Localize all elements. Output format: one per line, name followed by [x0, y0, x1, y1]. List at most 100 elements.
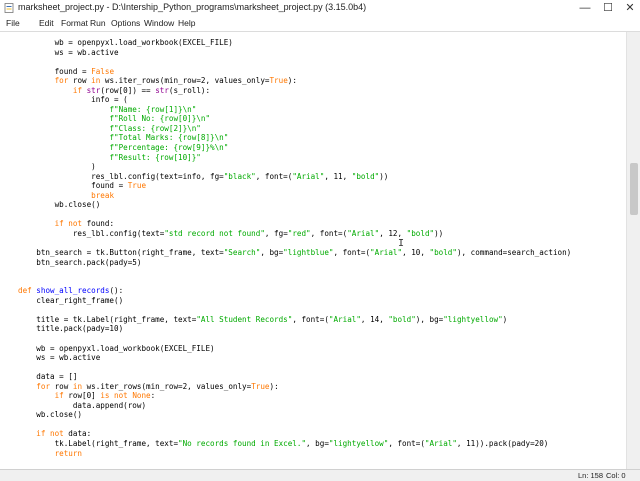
code-line[interactable]: f"Result: {row[10]}" [18, 153, 571, 163]
code-line[interactable]: ws = wb.active [18, 353, 571, 363]
code-token: row [68, 76, 92, 86]
code-line[interactable]: clear_right_frame() [18, 296, 571, 306]
code-token: ws = wb.active [18, 353, 101, 363]
code-token: wb = openpyxl.load_workbook(EXCEL_FILE) [18, 38, 233, 47]
code-token: str [86, 85, 101, 95]
code-line[interactable]: wb = openpyxl.load_workbook(EXCEL_FILE) [18, 38, 571, 48]
vertical-scrollbar[interactable] [626, 32, 640, 469]
code-line[interactable]: data = [] [18, 372, 571, 382]
code-token: , 10, [402, 248, 430, 258]
code-token: , 12, [379, 228, 407, 238]
code-token: (s_roll): [168, 85, 211, 95]
code-token: "bold" [406, 228, 435, 238]
code-token: "All Student Records" [196, 314, 293, 324]
code-line[interactable]: if not data: [18, 429, 571, 439]
code-token: show_all_records [36, 286, 110, 296]
code-token: ) [502, 314, 508, 324]
code-line[interactable]: f"Total Marks: {row[8]}\n" [18, 133, 571, 143]
code-line[interactable]: found = True [18, 181, 571, 191]
code-token: , font=( [310, 228, 348, 238]
status-line: Ln: 158 [578, 471, 604, 480]
title-bar: marksheet_project.py - D:\Intership_Pyth… [0, 0, 640, 18]
code-line[interactable]: found = False [18, 67, 571, 77]
menu-format[interactable]: Format [61, 18, 88, 28]
scrollbar-thumb[interactable] [630, 163, 638, 215]
code-token: break [91, 190, 115, 200]
code-line[interactable] [18, 238, 571, 248]
code-line[interactable] [18, 305, 571, 315]
code-line[interactable]: f"Percentage: {row[9]}%\n" [18, 143, 571, 153]
code-line[interactable]: wb = openpyxl.load_workbook(EXCEL_FILE) [18, 344, 571, 354]
code-editor[interactable]: wb = openpyxl.load_workbook(EXCEL_FILE) … [0, 32, 640, 469]
code-line[interactable]: def show_all_records(): [18, 286, 571, 296]
code-token: , 11)).pack(pady=20) [456, 438, 549, 448]
code-line[interactable]: return [18, 449, 571, 459]
code-token: if [72, 85, 83, 95]
code-token: None [132, 391, 151, 401]
code-token: title = tk.Label(right_frame, text= [18, 314, 197, 324]
code-line[interactable] [18, 277, 571, 287]
code-token: f"Result: {row[10]}" [109, 152, 201, 162]
code-line[interactable] [18, 334, 571, 344]
code-line[interactable]: ) [18, 162, 571, 172]
code-line[interactable]: btn_search.pack(pady=5) [18, 258, 571, 268]
code-token: ) [18, 162, 96, 172]
code-line[interactable] [18, 267, 571, 277]
code-line[interactable]: if str(row[0]) == str(s_roll): [18, 86, 571, 96]
code-line[interactable]: btn_search = tk.Button(right_frame, text… [18, 248, 571, 258]
code-line[interactable] [18, 210, 571, 220]
code-line[interactable] [18, 57, 571, 67]
code-token: btn_search = tk.Button(right_frame, text… [18, 248, 224, 258]
code-token: in [91, 76, 101, 86]
code-line[interactable]: break [18, 191, 571, 201]
code-token: res_lbl.config(text= [18, 228, 165, 238]
minimize-button[interactable]: — [574, 0, 596, 17]
code-line[interactable]: f"Class: {row[2]}\n" [18, 124, 571, 134]
close-button[interactable]: ✕ [619, 0, 640, 17]
code-line[interactable] [18, 420, 571, 430]
code-token: "red" [287, 228, 311, 238]
code-token: , font=( [255, 171, 293, 181]
code-text[interactable]: wb = openpyxl.load_workbook(EXCEL_FILE) … [18, 38, 571, 469]
code-line[interactable]: wb.close() [18, 410, 571, 420]
code-token: wb.close() [18, 410, 83, 420]
code-line[interactable] [18, 363, 571, 373]
code-line[interactable]: ws = wb.active [18, 48, 571, 58]
code-line[interactable]: if not found: [18, 219, 571, 229]
code-line[interactable]: data.append(row) [18, 401, 571, 411]
code-line[interactable]: if row[0] is not None: [18, 391, 571, 401]
menu-run[interactable]: Run [90, 18, 106, 28]
menu-edit[interactable]: Edit [39, 18, 54, 28]
code-line[interactable]: for row in ws.iter_rows(min_row=2, value… [18, 76, 571, 86]
code-token: "Arial" [347, 228, 380, 238]
code-token: )) [434, 228, 444, 238]
editor-gutter [0, 32, 15, 469]
code-line[interactable]: title = tk.Label(right_frame, text="All … [18, 315, 571, 325]
code-line[interactable]: res_lbl.config(text="std record not foun… [18, 229, 571, 239]
code-line[interactable]: for row in ws.iter_rows(min_row=2, value… [18, 382, 571, 392]
code-token: return [54, 448, 83, 458]
code-line[interactable]: title.pack(pady=10) [18, 324, 571, 334]
menu-window[interactable]: Window [144, 18, 174, 28]
code-line[interactable]: info = ( [18, 95, 571, 105]
code-token: "bold" [429, 248, 457, 258]
code-token: , fg= [264, 228, 288, 238]
code-token: , font=( [388, 438, 425, 448]
code-token: , bg= [260, 248, 284, 258]
menu-options[interactable]: Options [111, 18, 140, 28]
code-line[interactable]: tk.Label(right_frame, text="No records f… [18, 439, 571, 449]
code-line[interactable]: res_lbl.config(text=info, fg="black", fo… [18, 172, 571, 182]
menu-help[interactable]: Help [178, 18, 195, 28]
code-line[interactable] [18, 458, 571, 468]
maximize-button[interactable]: ☐ [597, 0, 619, 17]
code-line[interactable]: f"Roll No: {row[0]}\n" [18, 114, 571, 124]
menu-file[interactable]: File [6, 18, 20, 28]
code-line[interactable]: wb.close() [18, 200, 571, 210]
code-token: title.pack(pady=10) [18, 324, 124, 334]
code-line[interactable]: f"Name: {row[1]}\n" [18, 105, 571, 115]
